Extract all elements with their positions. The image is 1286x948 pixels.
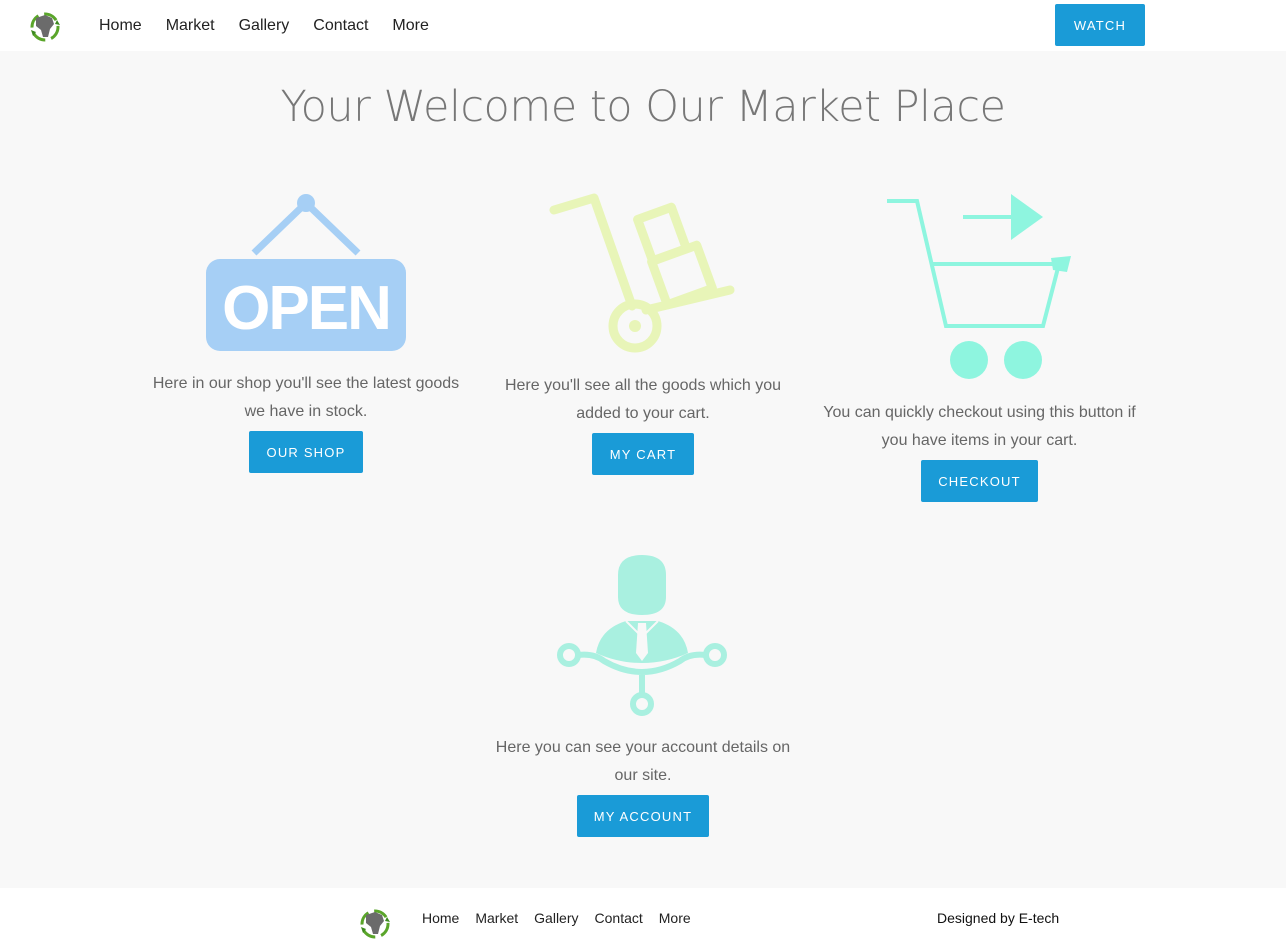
cart-checkout-icon — [883, 192, 1075, 382]
checkout-button[interactable]: CHECKOUT — [921, 460, 1038, 502]
nav-contact-link[interactable]: Contact — [313, 17, 368, 35]
my-account-button[interactable]: MY ACCOUNT — [577, 795, 709, 837]
nav-market-link[interactable]: Market — [166, 17, 215, 35]
footer-gallery-link[interactable]: Gallery — [534, 910, 578, 926]
shop-description: Here in our shop you'll see the latest g… — [152, 375, 460, 420]
nav-home-link[interactable]: Home — [99, 17, 142, 35]
watch-button[interactable]: WATCH — [1055, 4, 1145, 46]
account-description: Here you can see your account details on… — [495, 739, 791, 784]
designer-credit: Designed by E-tech — [937, 910, 1060, 926]
footer-more-link[interactable]: More — [659, 910, 691, 926]
top-navbar: Home Market Gallery Contact More WATCH — [0, 0, 1286, 51]
footer-logo-icon[interactable] — [357, 907, 393, 939]
open-sign-text: OPEN — [222, 274, 390, 343]
hand-truck-icon — [548, 192, 738, 354]
main-nav: Home Market Gallery Contact More — [99, 0, 453, 51]
open-sign-icon: OPEN — [204, 193, 408, 353]
nav-more-link[interactable]: More — [392, 17, 428, 35]
footer-home-link[interactable]: Home — [422, 910, 459, 926]
footer-market-link[interactable]: Market — [475, 910, 518, 926]
page-title: Your Welcome to Our Market Place — [280, 82, 1006, 132]
my-cart-button[interactable]: MY CART — [592, 433, 694, 475]
site-logo-icon[interactable] — [27, 10, 63, 42]
footer: Home Market Gallery Contact More Designe… — [0, 888, 1286, 948]
footer-nav: Home Market Gallery Contact More — [422, 892, 707, 944]
nav-gallery-link[interactable]: Gallery — [239, 17, 290, 35]
account-user-icon — [554, 553, 730, 717]
checkout-description: You can quickly checkout using this butt… — [823, 404, 1136, 449]
footer-contact-link[interactable]: Contact — [595, 910, 643, 926]
our-shop-button[interactable]: OUR SHOP — [249, 431, 363, 473]
cart-description: Here you'll see all the goods which you … — [504, 377, 782, 422]
